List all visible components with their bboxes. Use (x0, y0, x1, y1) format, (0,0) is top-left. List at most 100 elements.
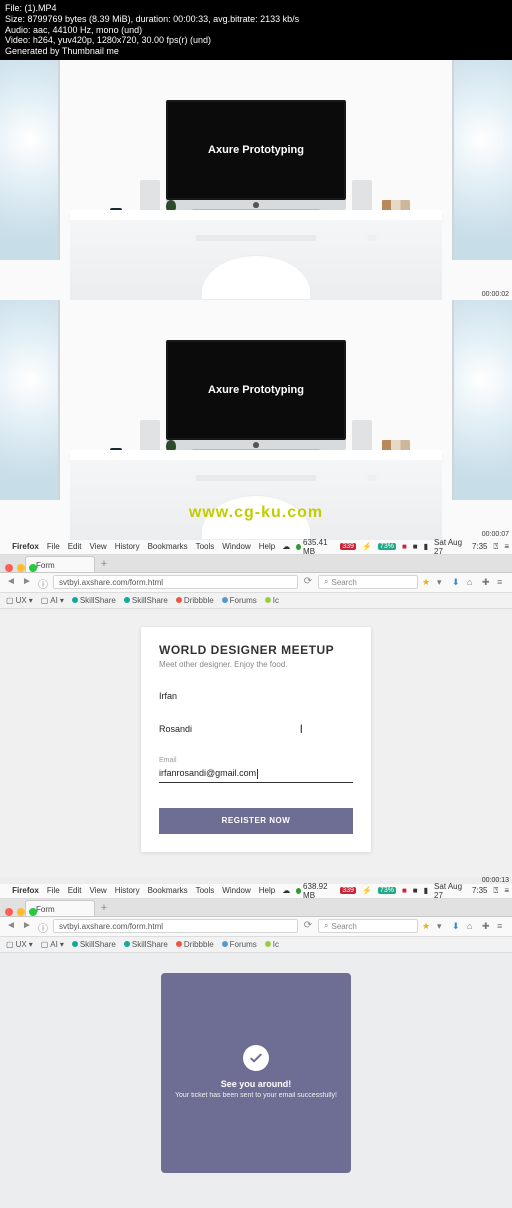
bookmark-skillshare-2[interactable]: SkillShare (124, 940, 168, 949)
menu-help[interactable]: Help (255, 886, 279, 895)
star-icon[interactable]: ★ (422, 921, 432, 931)
menu-icon[interactable]: ≡ (501, 886, 512, 895)
form-title: WORLD DESIGNER MEETUP (159, 643, 353, 657)
signal-icon[interactable]: ▮ (421, 886, 431, 895)
input-cursor-icon (257, 769, 258, 779)
menu-view[interactable]: View (86, 886, 111, 895)
menu-history[interactable]: History (111, 886, 144, 895)
star-icon[interactable]: ★ (422, 577, 432, 587)
bookmark-folder-ai[interactable]: ▢ AI ▾ (41, 596, 64, 605)
last-name-field[interactable]: Rosandi I (159, 724, 353, 737)
menu-window[interactable]: Window (218, 542, 254, 551)
info-icon[interactable]: ⓘ (37, 920, 49, 932)
back-icon[interactable]: ◄ (5, 576, 17, 588)
wifi-icon[interactable]: ⚡ (359, 886, 375, 895)
bookmark-ic[interactable]: Ic (265, 940, 279, 949)
macos-menubar: Firefox File Edit View History Bookmarks… (0, 884, 512, 899)
first-name-field[interactable]: Irfan (159, 691, 353, 704)
flag-icon[interactable]: ■ (399, 886, 410, 895)
signal-icon[interactable]: ▮ (421, 542, 431, 551)
time-label: 7:35 (469, 542, 491, 551)
wifi-icon[interactable]: ⚡ (359, 542, 375, 551)
app-name[interactable]: Firefox (8, 542, 43, 551)
bookmark-dribbble[interactable]: Dribbble (176, 596, 214, 605)
hamburger-icon[interactable]: ≡ (497, 577, 507, 587)
new-tab-button[interactable]: + (95, 902, 113, 916)
url-input[interactable]: svtbyi.axshare.com/form.html (53, 919, 298, 933)
menu-edit[interactable]: Edit (64, 886, 86, 895)
info-file: File: (1).MP4 (5, 3, 507, 14)
registration-card: WORLD DESIGNER MEETUP Meet other designe… (141, 627, 371, 852)
monitor-title: Axure Prototyping (208, 384, 304, 396)
back-icon[interactable]: ◄ (5, 920, 17, 932)
menu-tools[interactable]: Tools (192, 542, 219, 551)
count-badge: 339 (340, 887, 356, 894)
bookmark-skillshare[interactable]: SkillShare (72, 596, 116, 605)
bookmark-forums[interactable]: Forums (222, 940, 257, 949)
menu-icon[interactable]: ≡ (501, 542, 512, 551)
email-field[interactable]: Email irfanrosandi@gmail.com (159, 757, 353, 783)
puzzle-icon[interactable]: ✚ (482, 921, 492, 931)
camera-icon[interactable]: ■ (410, 542, 421, 551)
bookmarks-bar: ▢ UX ▾ ▢ AI ▾ SkillShare SkillShare Drib… (0, 937, 512, 953)
reload-icon[interactable]: ⟳ (302, 920, 314, 932)
menu-bookmarks[interactable]: Bookmarks (144, 542, 192, 551)
download-icon[interactable]: ⬇ (452, 577, 462, 587)
forward-icon[interactable]: ► (21, 920, 33, 932)
home-icon[interactable]: ⌂ (467, 577, 477, 587)
menu-file[interactable]: File (43, 886, 64, 895)
info-icon[interactable]: ⓘ (37, 576, 49, 588)
menu-bookmarks[interactable]: Bookmarks (144, 886, 192, 895)
first-name-value: Irfan (159, 691, 353, 704)
hamburger-icon[interactable]: ≡ (497, 921, 507, 931)
reload-icon[interactable]: ⟳ (302, 576, 314, 588)
last-name-value: Rosandi (159, 724, 353, 737)
menu-edit[interactable]: Edit (64, 542, 86, 551)
menu-help[interactable]: Help (255, 542, 279, 551)
window-min-icon[interactable] (17, 564, 25, 572)
download-icon[interactable]: ⬇ (452, 921, 462, 931)
cloud-icon[interactable]: ☁ (279, 542, 293, 551)
apple-logo-icon (253, 442, 259, 448)
menu-window[interactable]: Window (218, 886, 254, 895)
menu-history[interactable]: History (111, 542, 144, 551)
search-icon[interactable]: ⍰ (491, 886, 502, 896)
bookmark-skillshare[interactable]: SkillShare (72, 940, 116, 949)
forward-icon[interactable]: ► (21, 576, 33, 588)
url-input[interactable]: svtbyi.axshare.com/form.html (53, 575, 298, 589)
pocket-icon[interactable]: ▾ (437, 577, 447, 587)
window-close-icon[interactable] (5, 564, 13, 572)
search-input[interactable]: ⌕Search (318, 919, 418, 933)
bookmark-skillshare-2[interactable]: SkillShare (124, 596, 168, 605)
form-subtitle: Meet other designer. Enjoy the food. (159, 660, 353, 669)
bookmarks-bar: ▢ UX ▾ ▢ AI ▾ SkillShare SkillShare Drib… (0, 593, 512, 609)
register-button-label: REGISTER NOW (222, 816, 291, 825)
new-tab-button[interactable]: + (95, 558, 113, 572)
bookmark-ic[interactable]: Ic (265, 596, 279, 605)
menu-view[interactable]: View (86, 542, 111, 551)
window-min-icon[interactable] (17, 908, 25, 916)
app-name[interactable]: Firefox (8, 886, 43, 895)
bookmark-dribbble[interactable]: Dribbble (176, 940, 214, 949)
success-page: See you around! Your ticket has been sen… (0, 953, 512, 1208)
bookmark-forums[interactable]: Forums (222, 596, 257, 605)
search-icon: ⌕ (324, 577, 328, 587)
cloud-icon[interactable]: ☁ (279, 886, 293, 895)
search-input[interactable]: ⌕Search (318, 575, 418, 589)
menu-tools[interactable]: Tools (192, 886, 219, 895)
window-close-icon[interactable] (5, 908, 13, 916)
register-button[interactable]: REGISTER NOW (159, 808, 353, 834)
search-icon[interactable]: ⍰ (491, 542, 502, 552)
bookmark-folder-ux[interactable]: ▢ UX ▾ (6, 596, 33, 605)
window-max-icon[interactable] (29, 564, 37, 572)
home-icon[interactable]: ⌂ (467, 921, 477, 931)
menu-file[interactable]: File (43, 542, 64, 551)
puzzle-icon[interactable]: ✚ (482, 577, 492, 587)
timestamp-1: 00:00:02 (482, 291, 509, 298)
bookmark-folder-ux[interactable]: ▢ UX ▾ (6, 940, 33, 949)
window-max-icon[interactable] (29, 908, 37, 916)
flag-icon[interactable]: ■ (399, 542, 410, 551)
pocket-icon[interactable]: ▾ (437, 921, 447, 931)
camera-icon[interactable]: ■ (410, 886, 421, 895)
bookmark-folder-ai[interactable]: ▢ AI ▾ (41, 940, 64, 949)
